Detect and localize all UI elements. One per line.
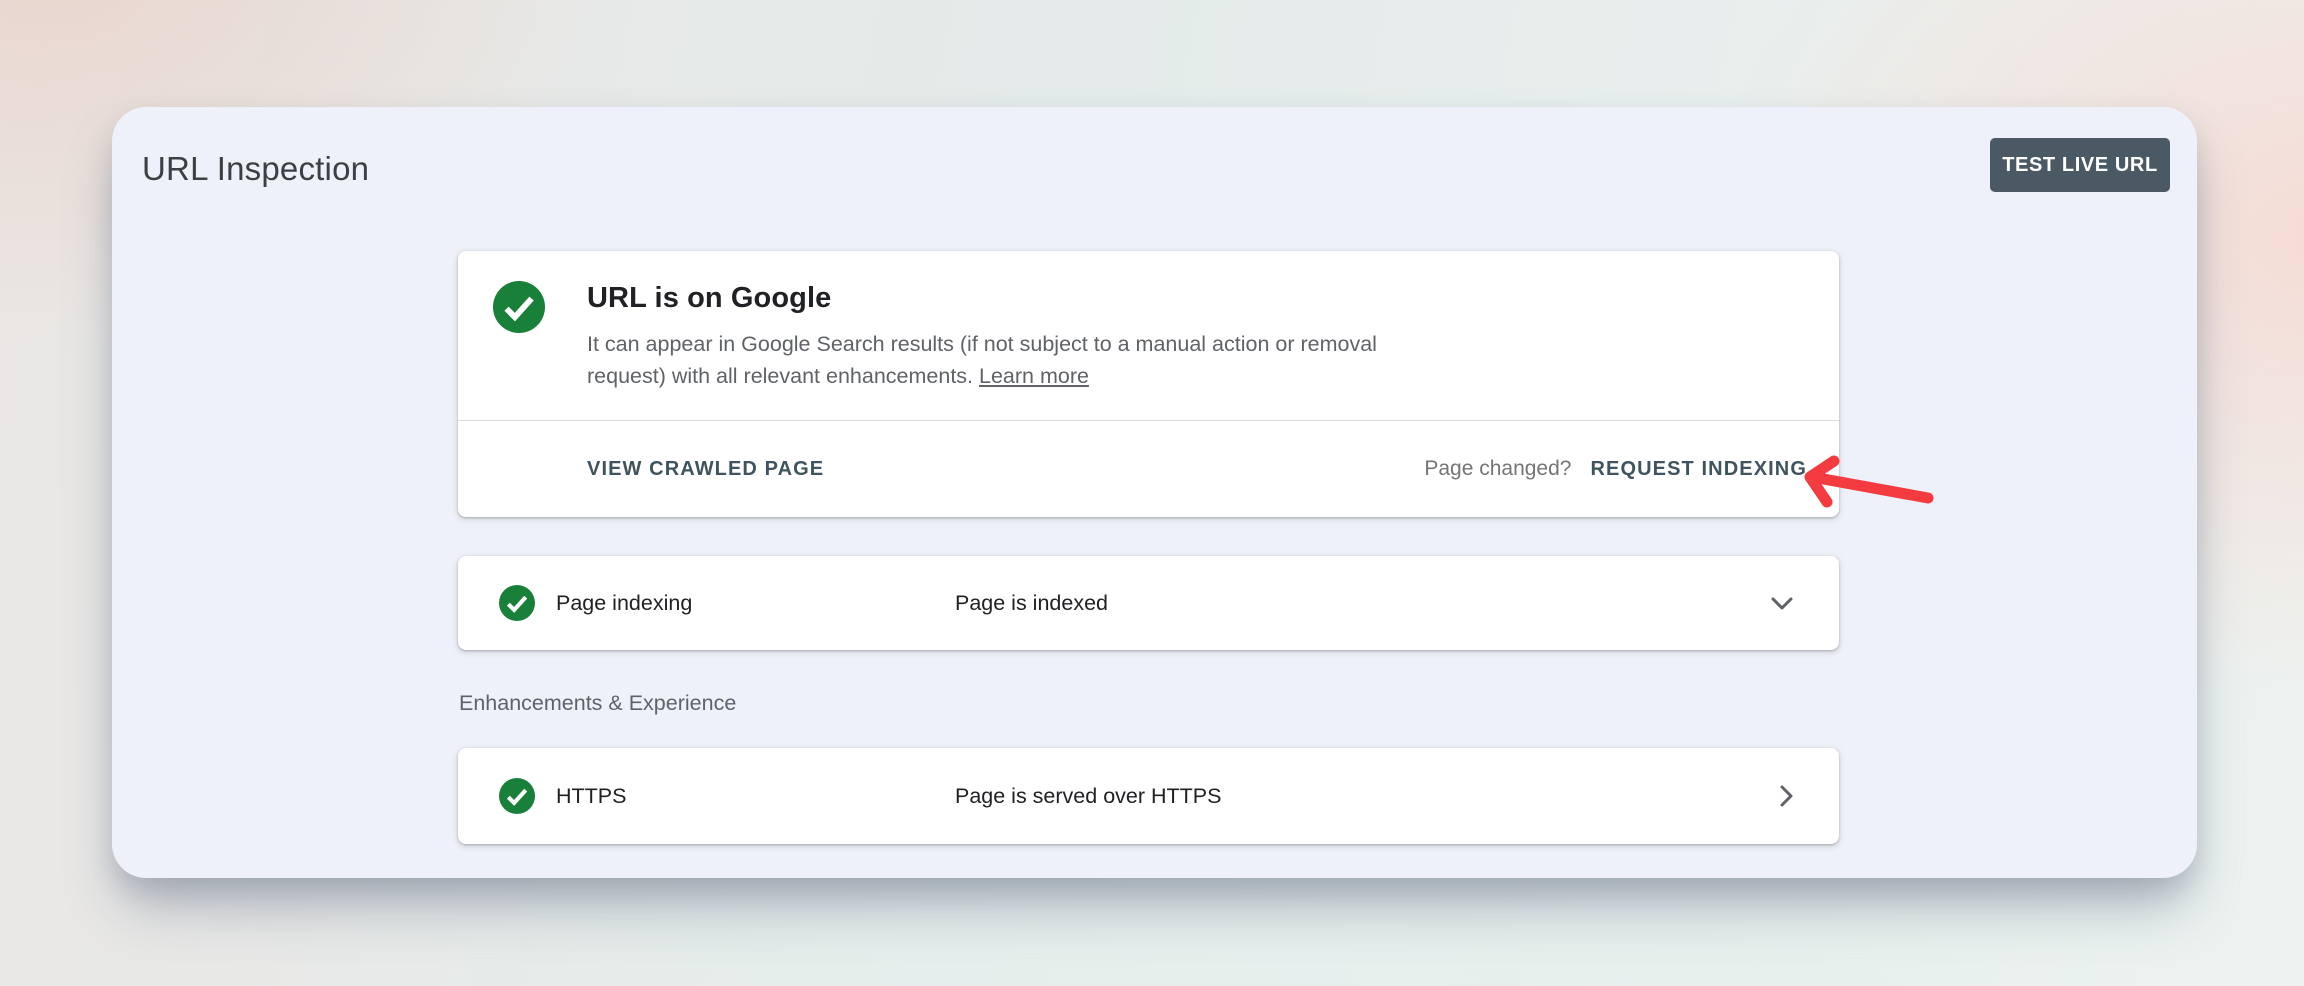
- page-indexing-row[interactable]: Page indexing Page is indexed: [458, 556, 1839, 650]
- row-value-page-indexing: Page is indexed: [955, 591, 1108, 616]
- status-actions-row: VIEW CRAWLED PAGE Page changed? REQUEST …: [458, 421, 1839, 517]
- url-status-card: URL is on Google It can appear in Google…: [458, 251, 1839, 517]
- view-crawled-page-button[interactable]: VIEW CRAWLED PAGE: [587, 458, 824, 481]
- row-label-https: HTTPS: [556, 784, 626, 809]
- status-card-main: URL is on Google It can appear in Google…: [458, 251, 1839, 420]
- request-indexing-button[interactable]: REQUEST INDEXING: [1590, 458, 1807, 481]
- status-description-line1: It can appear in Google Search results (…: [587, 332, 1377, 356]
- status-actions-right: Page changed? REQUEST INDEXING: [1424, 457, 1807, 481]
- section-label-enhancements: Enhancements & Experience: [459, 691, 736, 715]
- status-description-line2: request) with all relevant enhancements.: [587, 364, 973, 388]
- https-row[interactable]: HTTPS Page is served over HTTPS: [458, 748, 1839, 844]
- page-title: URL Inspection: [142, 149, 369, 189]
- url-inspection-panel: URL Inspection TEST LIVE URL URL is on G…: [112, 107, 2197, 878]
- check-circle-icon: [493, 281, 545, 333]
- check-circle-icon: [499, 585, 535, 621]
- learn-more-link[interactable]: Learn more: [979, 364, 1089, 388]
- status-text-block: URL is on Google It can appear in Google…: [587, 280, 1779, 392]
- page-changed-label: Page changed?: [1424, 457, 1571, 481]
- row-value-https: Page is served over HTTPS: [955, 784, 1221, 809]
- check-circle-icon: [499, 778, 535, 814]
- expand-more-icon[interactable]: [1771, 597, 1793, 610]
- test-live-url-button[interactable]: TEST LIVE URL: [1990, 138, 2170, 192]
- status-title: URL is on Google: [587, 280, 1779, 317]
- status-description: It can appear in Google Search results (…: [587, 328, 1779, 392]
- chevron-right-icon[interactable]: [1780, 785, 1793, 807]
- row-label-page-indexing: Page indexing: [556, 591, 692, 616]
